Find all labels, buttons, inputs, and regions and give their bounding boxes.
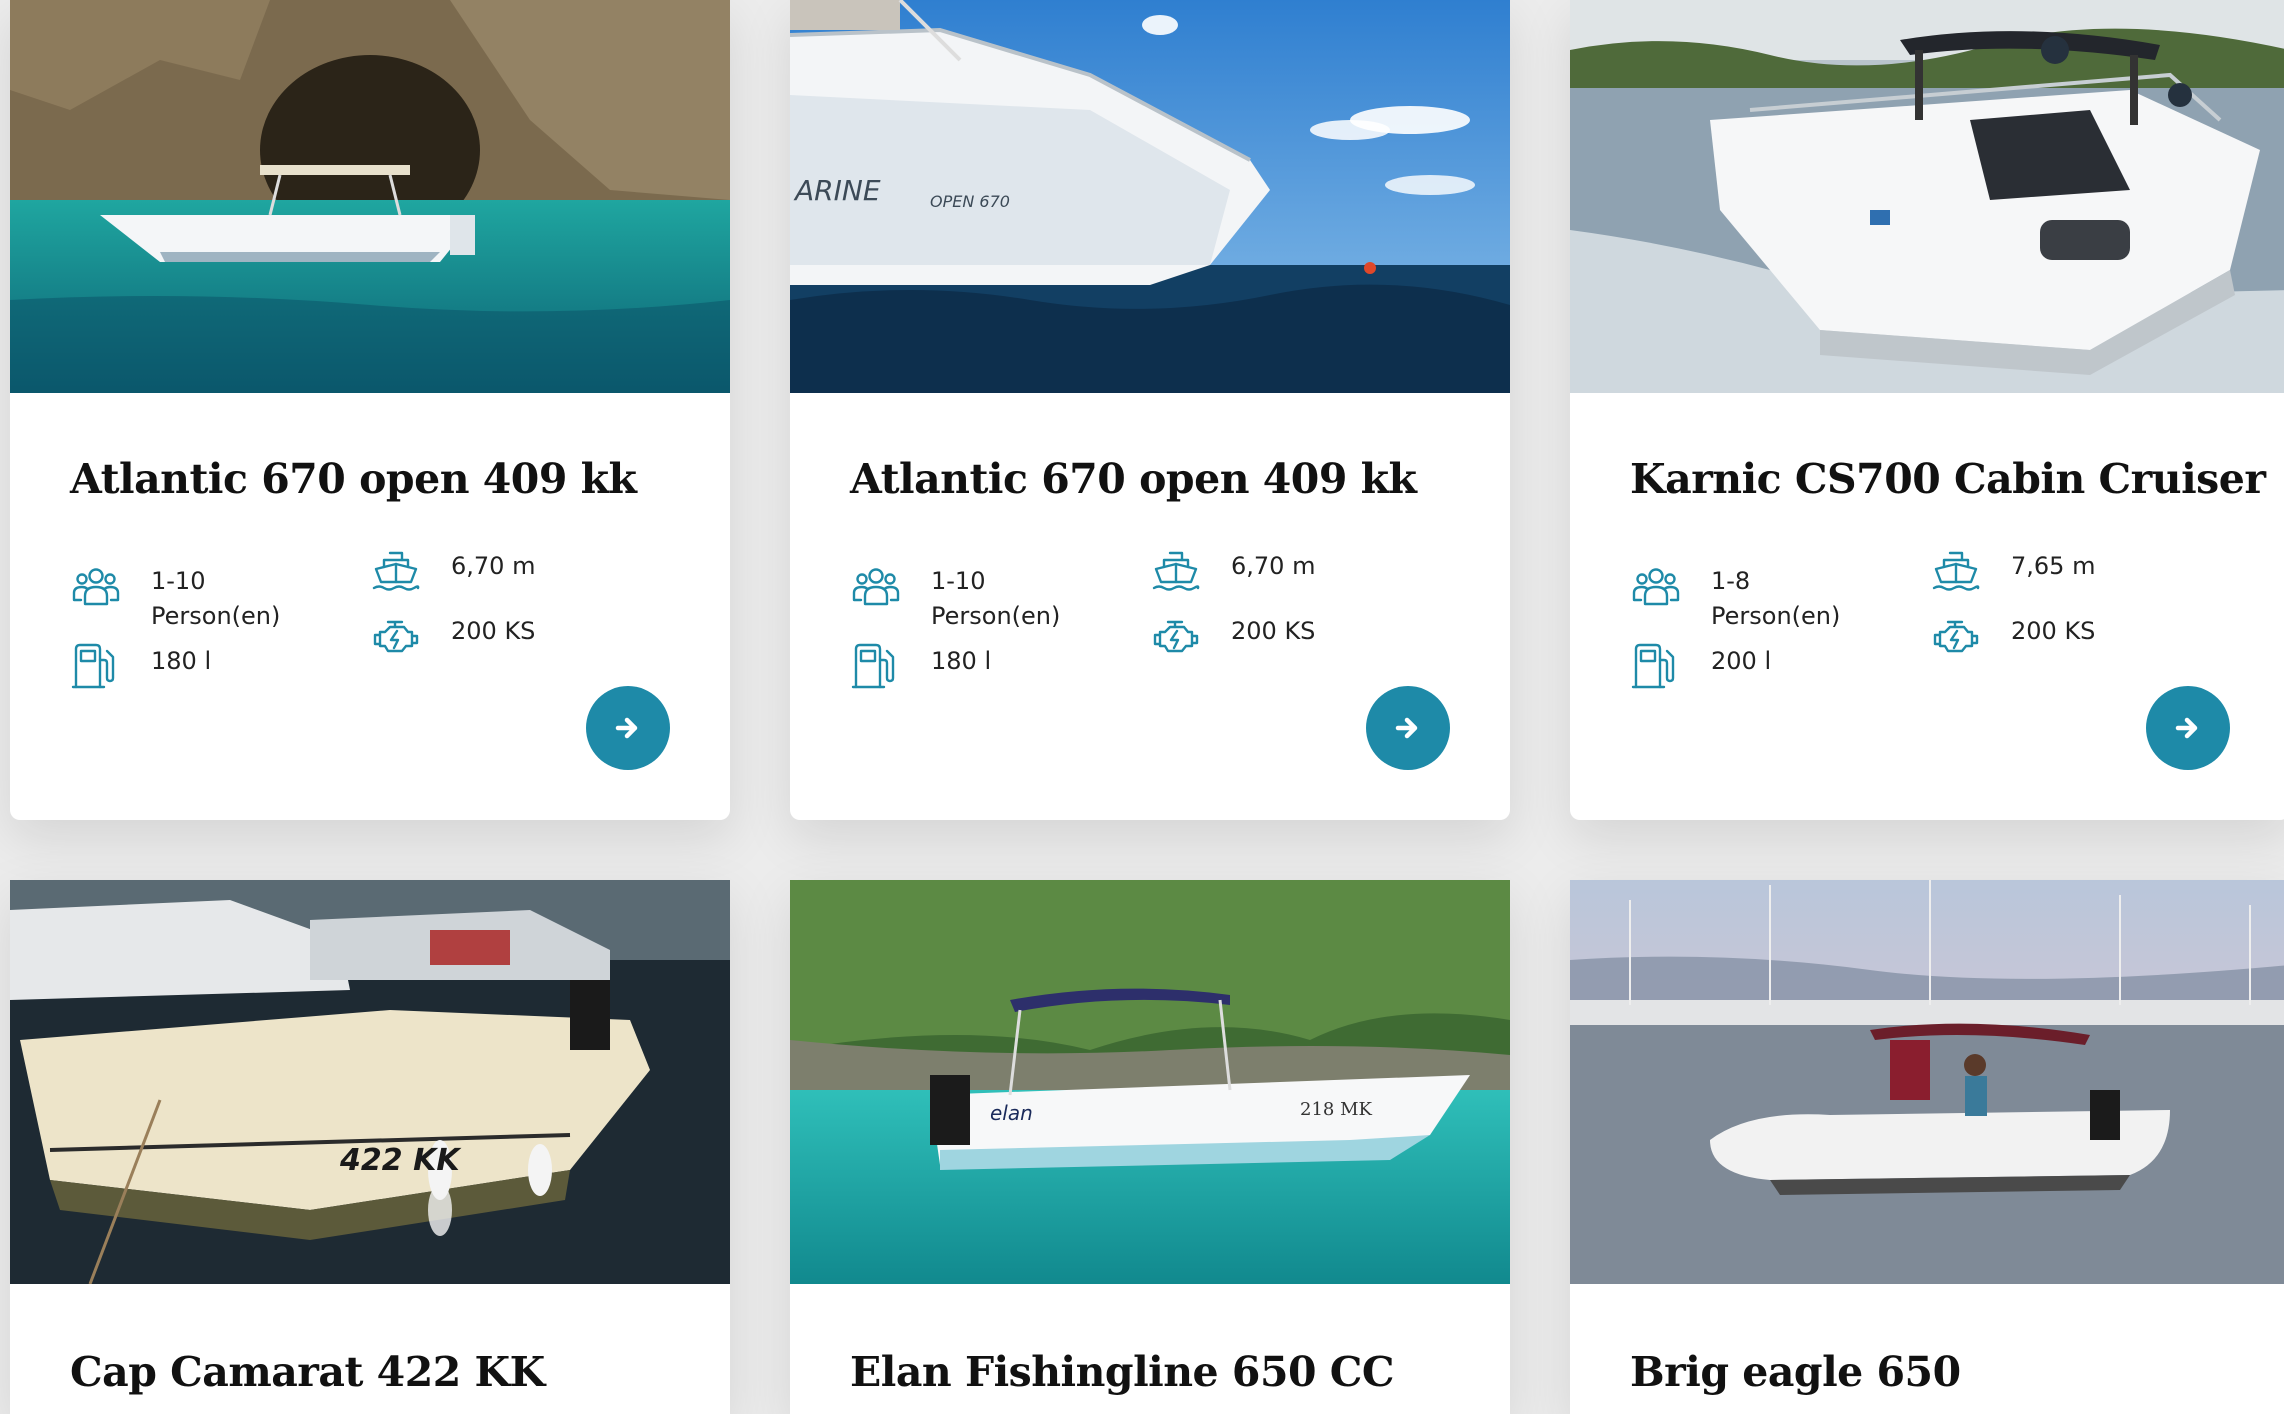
fuel-value: 180 l (151, 647, 212, 675)
details-button[interactable] (586, 686, 670, 770)
arrow-right-icon (1395, 717, 1418, 739)
boat-photo[interactable] (1570, 880, 2284, 1284)
people-group-icon (1630, 560, 1682, 612)
boat-photo[interactable] (1570, 0, 2284, 393)
boat-icon (1150, 545, 1202, 597)
fuel-spec: 200 l (1630, 640, 1771, 692)
fuel-value: 180 l (931, 647, 992, 675)
svg-text:OPEN 670: OPEN 670 (930, 192, 1010, 211)
persons-value: 1-10 (931, 567, 986, 595)
boat-photo-image (1570, 880, 2284, 1284)
boat-card[interactable]: elan 218 MK Elan Fishingline 650 CC (790, 880, 1510, 1414)
persons-unit: Person(en) (1711, 602, 1841, 630)
boat-card[interactable]: Atlantic 670 open 409 kk 1-10 Person(en) (10, 0, 730, 820)
svg-text:elan: elan (990, 1101, 1033, 1125)
power-spec: 200 KS (1930, 610, 2095, 662)
boat-title[interactable]: Atlantic 670 open 409 kk (850, 455, 1417, 503)
arrow-right-icon (2175, 717, 2198, 739)
svg-text:422 KK: 422 KK (339, 1143, 462, 1178)
length-value: 7,65 m (2011, 552, 2096, 580)
boat-photo-image (10, 0, 730, 393)
arrow-right-icon (615, 717, 638, 739)
length-spec: 7,65 m (1930, 545, 2095, 597)
boat-card[interactable]: ARINE OPEN 670 Atlantic 670 open 409 kk … (790, 0, 1510, 820)
svg-text:218 MK: 218 MK (1300, 1099, 1373, 1120)
boat-photo-image (1570, 0, 2284, 393)
details-button[interactable] (1366, 686, 1450, 770)
svg-text:ARINE: ARINE (793, 174, 881, 207)
boat-photo[interactable]: elan 218 MK (790, 880, 1510, 1284)
fuel-spec: 180 l (850, 640, 991, 692)
people-group-icon (850, 560, 902, 612)
boat-title[interactable]: Brig eagle 650 (1630, 1348, 1961, 1396)
persons-value: 1-8 (1711, 567, 1751, 595)
length-spec: 6,70 m (370, 545, 535, 597)
boat-card[interactable]: 422 KK Cap Camarat 422 KK (10, 880, 730, 1414)
power-value: 200 KS (2011, 617, 2096, 645)
engine-icon (370, 610, 422, 662)
boat-icon (1930, 545, 1982, 597)
boat-photo-image: elan 218 MK (790, 880, 1510, 1284)
boat-card[interactable]: Brig eagle 650 (1570, 880, 2284, 1414)
length-spec: 6,70 m (1150, 545, 1315, 597)
length-value: 6,70 m (451, 552, 536, 580)
power-value: 200 KS (451, 617, 536, 645)
persons-unit: Person(en) (931, 602, 1061, 630)
boat-photo[interactable]: ARINE OPEN 670 (790, 0, 1510, 393)
fuel-pump-icon (850, 640, 902, 692)
power-spec: 200 KS (1150, 610, 1315, 662)
boat-icon (370, 545, 422, 597)
engine-icon (1930, 610, 1982, 662)
fuel-value: 200 l (1711, 647, 1772, 675)
power-spec: 200 KS (370, 610, 535, 662)
persons-spec: 1-10 Person(en) (70, 560, 280, 634)
boat-photo-image: 422 KK (10, 880, 730, 1284)
people-group-icon (70, 560, 122, 612)
boat-title[interactable]: Atlantic 670 open 409 kk (70, 455, 637, 503)
boat-photo[interactable]: 422 KK (10, 880, 730, 1284)
boat-card[interactable]: Karnic CS700 Cabin Cruiser 1-8 Person(en… (1570, 0, 2284, 820)
boat-title[interactable]: Karnic CS700 Cabin Cruiser (1630, 455, 2266, 503)
persons-spec: 1-8 Person(en) (1630, 560, 1840, 634)
persons-unit: Person(en) (151, 602, 281, 630)
fuel-pump-icon (1630, 640, 1682, 692)
engine-icon (1150, 610, 1202, 662)
details-button[interactable] (2146, 686, 2230, 770)
persons-value: 1-10 (151, 567, 206, 595)
persons-spec: 1-10 Person(en) (850, 560, 1060, 634)
boat-photo-image: ARINE OPEN 670 (790, 0, 1510, 393)
power-value: 200 KS (1231, 617, 1316, 645)
length-value: 6,70 m (1231, 552, 1316, 580)
boat-title[interactable]: Elan Fishingline 650 CC (850, 1348, 1395, 1396)
boat-photo[interactable] (10, 0, 730, 393)
fuel-spec: 180 l (70, 640, 211, 692)
fuel-pump-icon (70, 640, 122, 692)
boat-title[interactable]: Cap Camarat 422 KK (70, 1348, 545, 1396)
